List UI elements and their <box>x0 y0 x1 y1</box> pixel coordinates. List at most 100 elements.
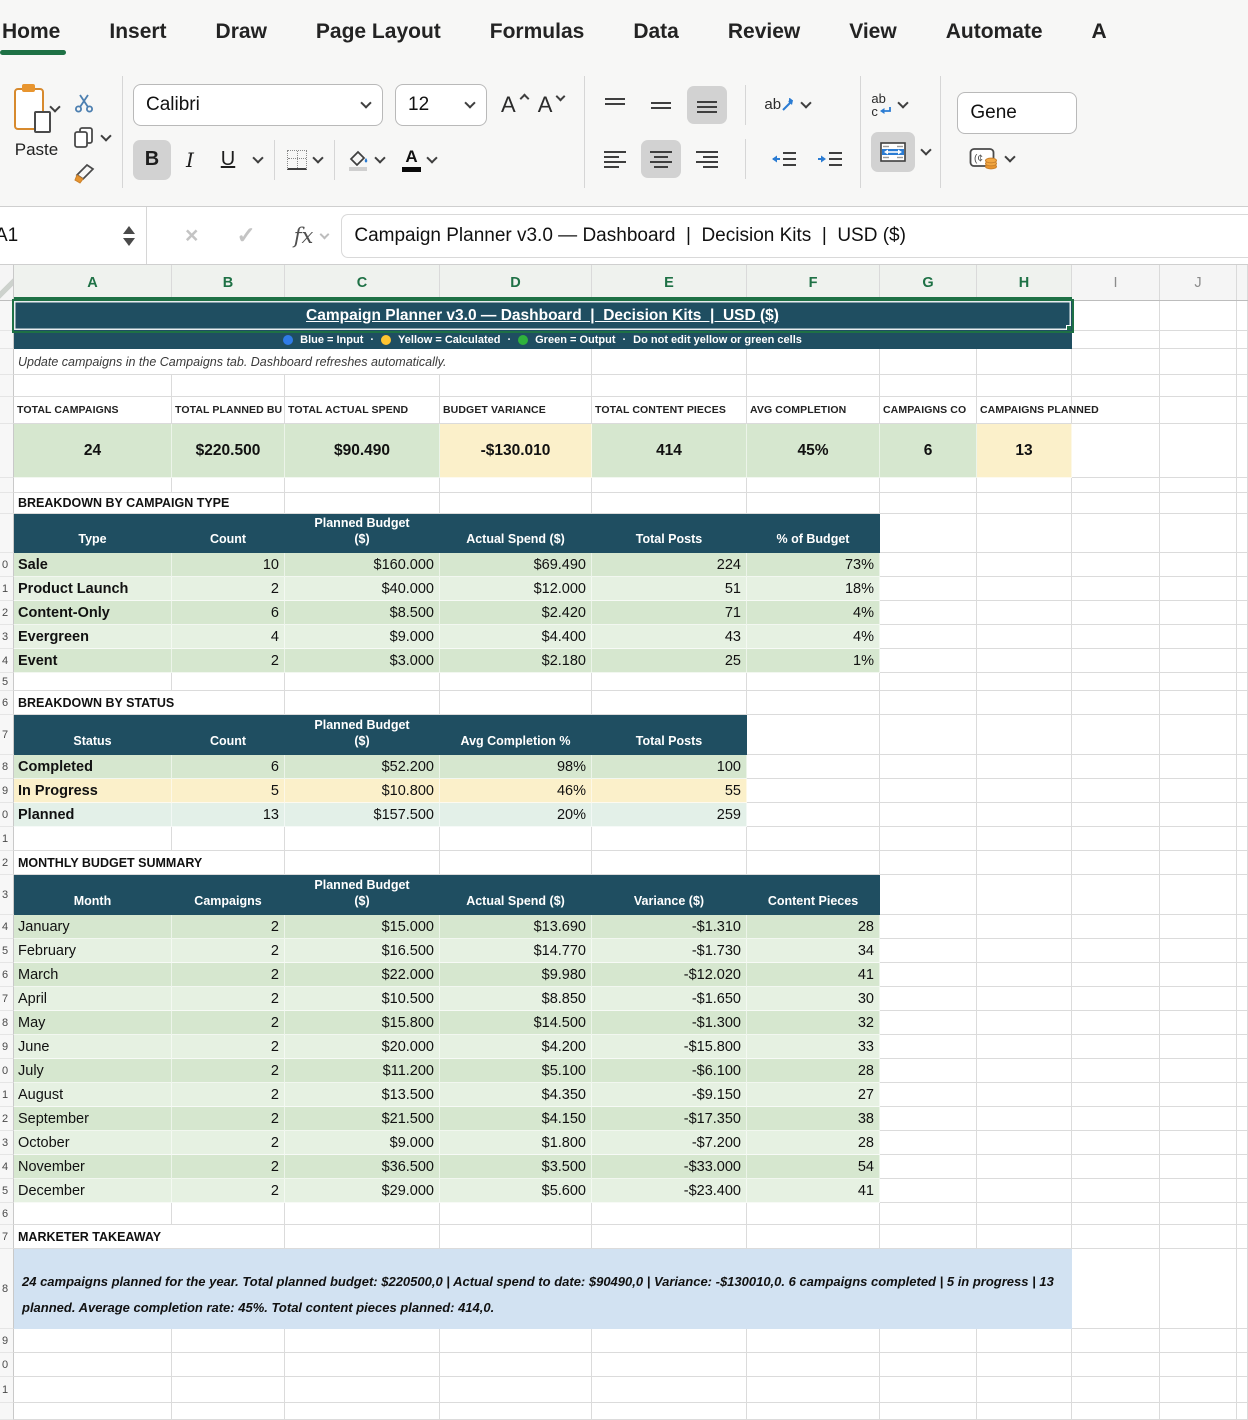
type-name-cell[interactable]: Content-Only <box>14 601 172 625</box>
type-name-cell[interactable]: Sale <box>14 553 172 577</box>
empty-cell[interactable] <box>1237 691 1248 715</box>
month-value-cell[interactable]: 2 <box>172 915 285 939</box>
legend-row[interactable]: Blue = Input·Yellow = Calculated·Green =… <box>14 331 1072 349</box>
month-value-cell[interactable]: 28 <box>747 1131 880 1155</box>
empty-cell[interactable] <box>977 827 1072 851</box>
empty-cell[interactable] <box>1072 493 1160 514</box>
table-header-cell[interactable]: % of Budget <box>747 514 880 553</box>
empty-cell[interactable] <box>880 779 977 803</box>
month-value-cell[interactable]: $4.150 <box>440 1107 592 1131</box>
empty-cell[interactable] <box>747 803 880 827</box>
merge-center-button[interactable] <box>871 132 915 172</box>
month-value-cell[interactable]: 28 <box>747 915 880 939</box>
empty-cell[interactable] <box>1237 1083 1248 1107</box>
empty-cell[interactable] <box>1160 301 1237 331</box>
type-name-cell[interactable]: Evergreen <box>14 625 172 649</box>
empty-cell[interactable] <box>880 715 977 755</box>
align-bottom-button[interactable] <box>687 86 727 124</box>
empty-cell[interactable] <box>592 375 747 397</box>
empty-cell[interactable] <box>1237 397 1248 424</box>
empty-cell[interactable] <box>592 1203 747 1225</box>
empty-cell[interactable] <box>1072 1179 1160 1203</box>
row-header[interactable]: 9 <box>0 1035 14 1059</box>
kpi-value[interactable]: 13 <box>977 424 1072 478</box>
empty-cell[interactable] <box>440 493 592 514</box>
row-header[interactable]: 4 <box>0 915 14 939</box>
empty-cell[interactable] <box>285 1403 440 1420</box>
empty-cell[interactable] <box>880 851 977 875</box>
table-header-cell[interactable]: Actual Spend ($) <box>440 514 592 553</box>
empty-cell[interactable] <box>880 939 977 963</box>
row-header[interactable]: 8 <box>0 755 14 779</box>
status-value-cell[interactable]: 5 <box>172 779 285 803</box>
row-header[interactable]: 5 <box>0 673 14 691</box>
column-header-H[interactable]: H <box>977 265 1072 300</box>
sheet-title-cell[interactable]: Campaign Planner v3.0 — Dashboard | Deci… <box>14 301 1072 331</box>
empty-cell[interactable] <box>1160 1203 1237 1225</box>
empty-cell[interactable] <box>1237 1059 1248 1083</box>
empty-cell[interactable] <box>1237 493 1248 514</box>
empty-cell[interactable] <box>880 827 977 851</box>
empty-cell[interactable] <box>1237 1329 1248 1353</box>
month-name-cell[interactable]: December <box>14 1179 172 1203</box>
empty-cell[interactable] <box>880 493 977 514</box>
table-header-cell[interactable]: Content Pieces <box>747 875 880 915</box>
status-value-cell[interactable]: 20% <box>440 803 592 827</box>
insert-function-chevron[interactable] <box>320 230 330 240</box>
accounting-format-chevron[interactable] <box>1005 151 1016 162</box>
empty-cell[interactable] <box>1072 673 1160 691</box>
table-header-cell[interactable]: Planned Budget ($) <box>285 875 440 915</box>
table-header-cell[interactable]: Actual Spend ($) <box>440 875 592 915</box>
column-header-E[interactable]: E <box>592 265 747 300</box>
section-title[interactable]: BREAKDOWN BY STATUS <box>14 691 285 715</box>
month-value-cell[interactable]: 2 <box>172 1179 285 1203</box>
month-value-cell[interactable]: $13.500 <box>285 1083 440 1107</box>
month-value-cell[interactable]: -$1.730 <box>592 939 747 963</box>
empty-cell[interactable] <box>977 514 1072 553</box>
empty-cell[interactable] <box>747 349 880 375</box>
empty-cell[interactable] <box>1072 691 1160 715</box>
empty-cell[interactable] <box>977 987 1072 1011</box>
month-value-cell[interactable]: $20.000 <box>285 1035 440 1059</box>
underline-chevron[interactable] <box>252 152 263 163</box>
empty-cell[interactable] <box>592 1353 747 1377</box>
empty-cell[interactable] <box>14 1403 172 1420</box>
type-value-cell[interactable]: 6 <box>172 601 285 625</box>
bold-button[interactable]: B <box>133 140 171 180</box>
empty-cell[interactable] <box>880 803 977 827</box>
empty-cell[interactable] <box>1160 349 1237 375</box>
row-header[interactable]: 6 <box>0 1203 14 1225</box>
empty-cell[interactable] <box>1237 601 1248 625</box>
row-header[interactable]: 2 <box>0 1107 14 1131</box>
empty-cell[interactable] <box>977 915 1072 939</box>
month-value-cell[interactable]: $14.500 <box>440 1011 592 1035</box>
month-value-cell[interactable]: 2 <box>172 987 285 1011</box>
row-header[interactable]: 0 <box>0 1353 14 1377</box>
empty-cell[interactable] <box>1072 625 1160 649</box>
empty-cell[interactable] <box>880 1059 977 1083</box>
empty-cell[interactable] <box>1237 755 1248 779</box>
empty-cell[interactable] <box>747 1353 880 1377</box>
insert-function-icon[interactable]: fx <box>294 224 314 248</box>
kpi-label[interactable]: BUDGET VARIANCE <box>440 397 592 424</box>
empty-cell[interactable] <box>1160 851 1237 875</box>
empty-cell[interactable] <box>977 691 1072 715</box>
empty-cell[interactable] <box>440 1203 592 1225</box>
status-value-cell[interactable]: 13 <box>172 803 285 827</box>
empty-cell[interactable] <box>747 1403 880 1420</box>
empty-cell[interactable] <box>1072 1203 1160 1225</box>
empty-cell[interactable] <box>1237 625 1248 649</box>
empty-cell[interactable] <box>1237 803 1248 827</box>
column-header-D[interactable]: D <box>440 265 592 300</box>
fill-color-button[interactable] <box>347 149 369 171</box>
empty-cell[interactable] <box>14 1353 172 1377</box>
empty-cell[interactable] <box>880 691 977 715</box>
status-value-cell[interactable]: 100 <box>592 755 747 779</box>
kpi-label[interactable]: TOTAL CONTENT PIECES <box>592 397 747 424</box>
month-value-cell[interactable]: 2 <box>172 1155 285 1179</box>
empty-cell[interactable] <box>880 1155 977 1179</box>
formula-input[interactable]: Campaign Planner v3.0 — Dashboard | Deci… <box>341 214 1248 258</box>
empty-cell[interactable] <box>880 915 977 939</box>
row-header[interactable]: 3 <box>0 875 14 915</box>
empty-cell[interactable] <box>880 987 977 1011</box>
